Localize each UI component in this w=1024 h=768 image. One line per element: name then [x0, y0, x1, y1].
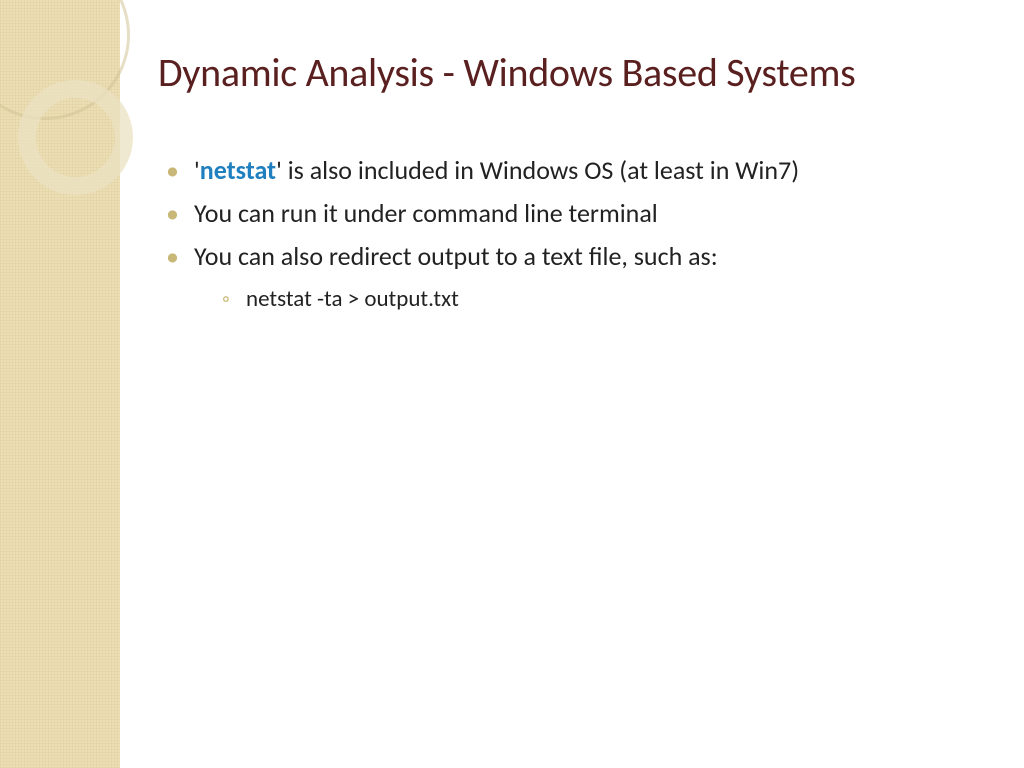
bullet-item-1: 'netstat' is also included in Windows OS… [166, 151, 984, 190]
bullet-3-text: You can also redirect output to a text f… [194, 240, 718, 272]
bullet-1-suffix: ' is also included in Windows OS (at lea… [276, 154, 799, 186]
slide-content: Dynamic Analysis - Windows Based Systems… [158, 50, 984, 321]
sub-bullet-item-1: netstat -ta > output.txt [222, 282, 984, 317]
slide-title: Dynamic Analysis - Windows Based Systems [158, 50, 984, 96]
bullet-item-2: You can run it under command line termin… [166, 194, 984, 233]
sub-bullet-list: netstat -ta > output.txt [194, 282, 984, 317]
decorative-circle-small [18, 80, 133, 195]
bullet-1-keyword: netstat [200, 154, 276, 186]
bullet-item-3: You can also redirect output to a text f… [166, 237, 984, 317]
bullet-list: 'netstat' is also included in Windows OS… [158, 151, 984, 317]
